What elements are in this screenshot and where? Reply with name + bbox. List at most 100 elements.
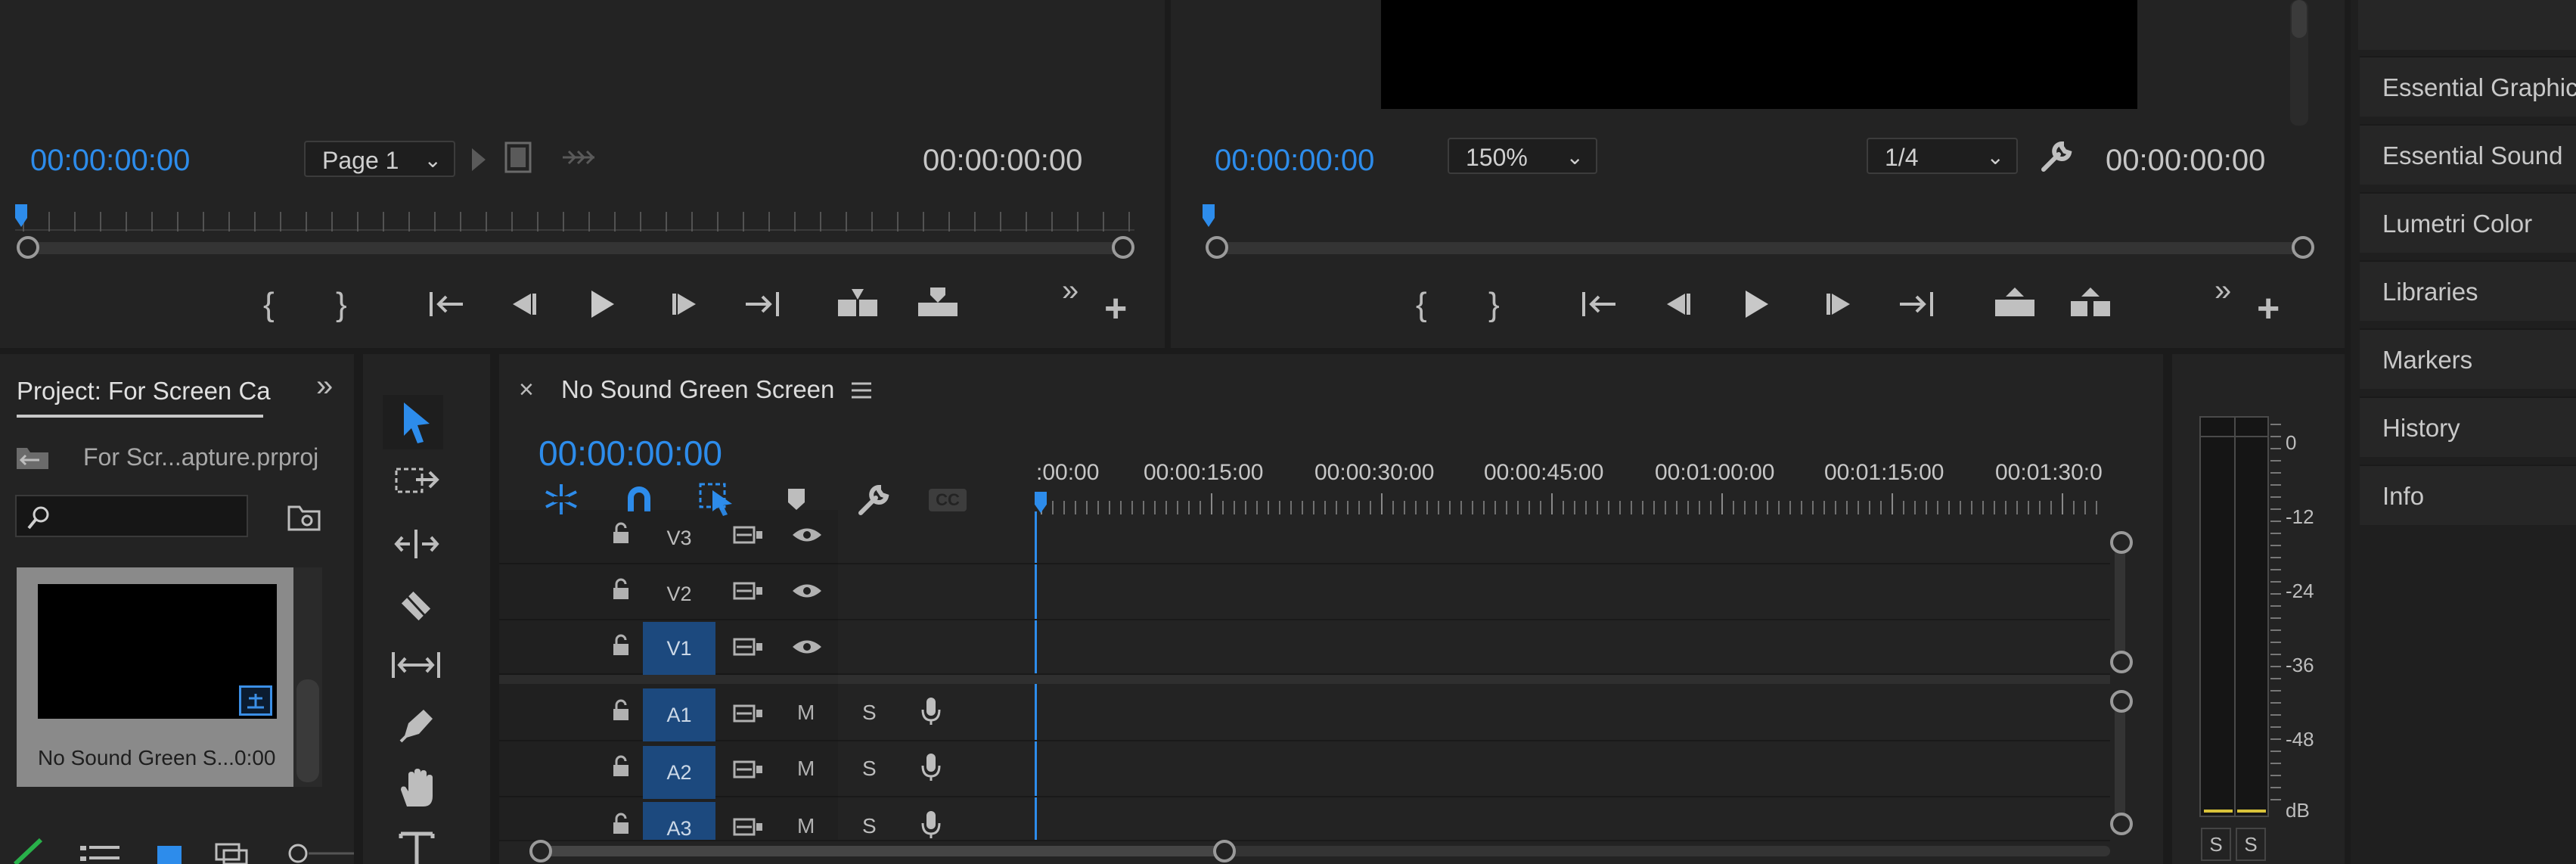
program-overflow-icon[interactable]: »	[2214, 274, 2231, 308]
program-scroll-handle-right[interactable]	[2292, 236, 2314, 259]
play-icon[interactable]	[1743, 289, 1770, 319]
source-scroll-handle-right[interactable]	[1112, 236, 1134, 259]
go-to-out-icon[interactable]	[1898, 291, 1935, 318]
project-overflow-icon[interactable]: »	[316, 369, 333, 403]
pencil-icon[interactable]	[11, 835, 47, 864]
find-folder-icon[interactable]	[286, 502, 322, 533]
panel-tab-essential-sound[interactable]: Essential Sound	[2360, 124, 2576, 185]
program-zoom-scrollbar[interactable]	[1216, 242, 2310, 254]
icon-view-icon[interactable]	[154, 843, 185, 864]
mark-out-icon[interactable]: }	[1488, 286, 1500, 324]
audio-tracks-scrollbar[interactable]	[2115, 699, 2125, 820]
timeline-timecode[interactable]: 00:00:00:00	[538, 433, 722, 474]
wrench-settings-icon[interactable]	[2039, 141, 2072, 174]
lift-icon[interactable]	[1992, 286, 2038, 319]
video-scroll-handle-bottom[interactable]	[2110, 651, 2133, 673]
eye-icon[interactable]	[791, 525, 823, 549]
eye-icon[interactable]	[791, 581, 823, 604]
track-label-a1[interactable]: A1	[643, 688, 715, 741]
program-zoom-select[interactable]: 150% ⌄	[1448, 138, 1597, 174]
sequence-tab-name[interactable]: No Sound Green Screen	[561, 375, 834, 404]
panel-tab-markers[interactable]: Markers	[2360, 328, 2576, 389]
panel-tab-history[interactable]: History	[2360, 396, 2576, 457]
go-to-in-icon[interactable]	[1581, 291, 1617, 318]
project-clip-thumbnail-card[interactable]: No Sound Green S... 0:00	[17, 567, 295, 787]
mute-button[interactable]: M	[797, 814, 815, 838]
type-tool-icon[interactable]	[398, 829, 436, 864]
list-view-icon[interactable]	[79, 843, 124, 864]
timeline-horizontal-thumb[interactable]	[540, 846, 1225, 856]
add-marker-icon[interactable]	[787, 487, 806, 511]
video-scroll-handle-top[interactable]	[2110, 531, 2133, 554]
mark-out-icon[interactable]: }	[336, 286, 347, 324]
source-playhead-timecode[interactable]: 00:00:00:00	[30, 144, 190, 178]
overwrite-icon[interactable]	[915, 286, 961, 319]
track-label-v3[interactable]: V3	[643, 511, 715, 564]
solo-right-button[interactable]: S	[2236, 828, 2266, 861]
play-triangle-icon[interactable]	[470, 147, 487, 172]
lock-icon[interactable]	[611, 813, 631, 839]
panel-tab-libraries[interactable]: Libraries	[2360, 260, 2576, 321]
source-zoom-scrollbar[interactable]	[23, 242, 1127, 254]
track-select-tool-icon[interactable]	[393, 465, 440, 499]
step-back-icon[interactable]	[508, 292, 538, 316]
hand-tool-icon[interactable]	[396, 767, 437, 810]
source-scroll-handle-left[interactable]	[17, 236, 39, 259]
mark-in-icon[interactable]: {	[263, 286, 275, 324]
ripple-edit-tool-icon[interactable]	[393, 527, 440, 561]
solo-left-button[interactable]: S	[2201, 828, 2231, 861]
insert-icon[interactable]	[835, 286, 880, 319]
track-label-a2[interactable]: A2	[643, 746, 715, 799]
captions-icon[interactable]: CC	[929, 489, 967, 511]
close-icon[interactable]: ×	[519, 375, 534, 405]
toggle-sync-lock-icon[interactable]	[732, 525, 764, 549]
toggle-sync-lock-icon[interactable]	[732, 704, 764, 727]
timeline-scroll-handle-left[interactable]	[529, 840, 552, 862]
track-label-a3[interactable]: A3	[643, 802, 715, 840]
panel-tab-lumetri-color[interactable]: Lumetri Color	[2360, 192, 2576, 253]
program-scroll-handle-left[interactable]	[1206, 236, 1228, 259]
zoom-slider-icon[interactable]	[287, 843, 354, 864]
extract-icon[interactable]	[2068, 286, 2113, 319]
mute-button[interactable]: M	[797, 757, 815, 781]
project-search-field[interactable]	[15, 495, 248, 537]
project-tab-title[interactable]: Project: For Screen Ca	[17, 377, 271, 406]
audio-scroll-handle-bottom[interactable]	[2110, 813, 2133, 835]
source-overflow-icon[interactable]: »	[1062, 274, 1079, 308]
toggle-sync-lock-icon[interactable]	[732, 581, 764, 604]
selection-tool-icon[interactable]	[399, 399, 433, 445]
microphone-icon[interactable]	[920, 810, 942, 844]
solo-button[interactable]: S	[862, 814, 877, 838]
lock-icon[interactable]	[611, 755, 631, 782]
pen-tool-icon[interactable]	[396, 705, 437, 746]
panel-tab-info[interactable]: Info	[2360, 465, 2576, 525]
project-scrollbar-thumb[interactable]	[296, 679, 319, 782]
film-strip-icon[interactable]	[503, 141, 533, 174]
program-add-button-icon[interactable]: +	[2257, 286, 2280, 331]
lock-icon[interactable]	[611, 578, 631, 604]
microphone-icon[interactable]	[920, 696, 942, 730]
solo-button[interactable]: S	[862, 701, 877, 725]
program-resolution-select[interactable]: 1/4 ⌄	[1867, 138, 2018, 174]
track-label-v1[interactable]: V1	[643, 622, 715, 675]
lock-icon[interactable]	[611, 522, 631, 549]
step-back-icon[interactable]	[1662, 292, 1693, 316]
solo-button[interactable]: S	[862, 757, 877, 781]
video-tracks-scrollbar[interactable]	[2115, 540, 2125, 661]
microphone-icon[interactable]	[920, 752, 942, 786]
lock-icon[interactable]	[611, 699, 631, 726]
panel-tab-essential-graphics[interactable]: Essential Graphics	[2360, 56, 2576, 117]
track-label-v2[interactable]: V2	[643, 567, 715, 620]
source-page-select[interactable]: Page 1 ⌄	[304, 141, 455, 177]
freeform-view-icon[interactable]	[213, 841, 260, 864]
go-to-in-icon[interactable]	[428, 291, 464, 318]
program-playhead-marker[interactable]	[1203, 204, 1215, 227]
toggle-sync-lock-icon[interactable]	[732, 817, 764, 841]
slip-tool-icon[interactable]	[390, 648, 442, 682]
toggle-sync-lock-icon[interactable]	[732, 760, 764, 783]
mark-in-icon[interactable]: {	[1416, 286, 1427, 324]
hamburger-menu-icon[interactable]	[850, 380, 873, 401]
program-playhead-timecode[interactable]: 00:00:00:00	[1215, 144, 1374, 178]
razor-tool-icon[interactable]	[396, 586, 437, 626]
eye-icon[interactable]	[791, 637, 823, 660]
